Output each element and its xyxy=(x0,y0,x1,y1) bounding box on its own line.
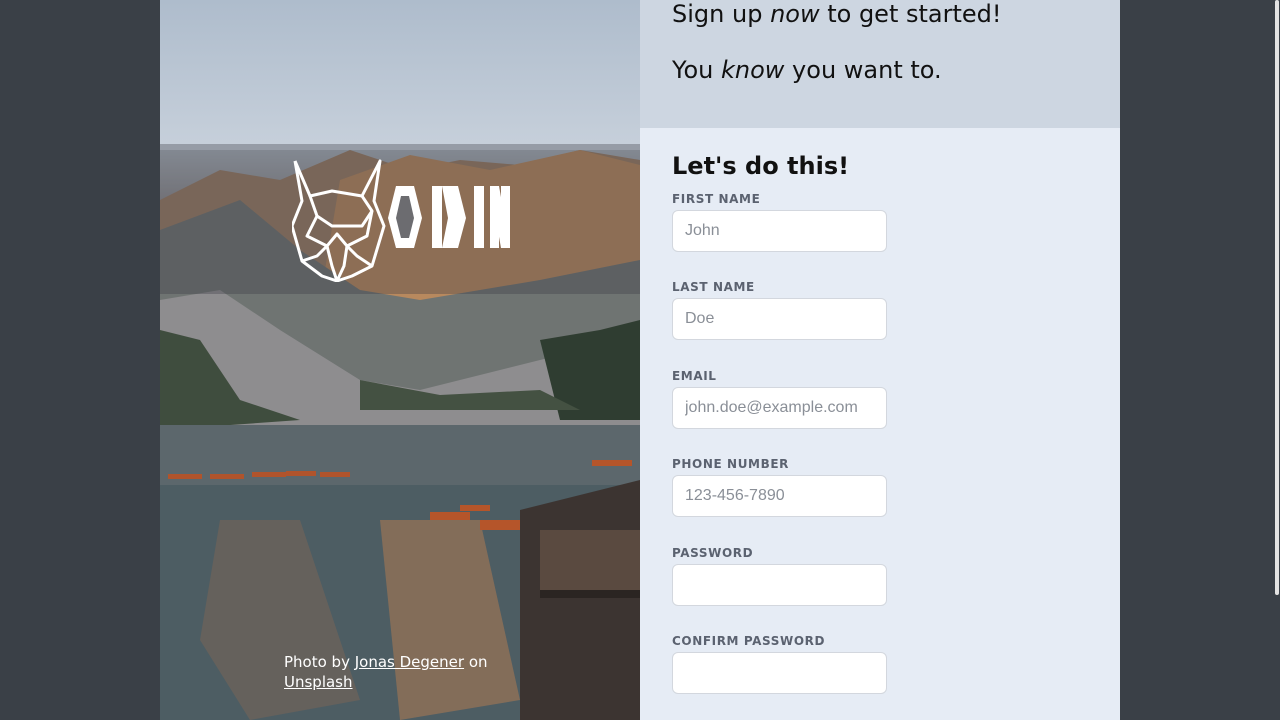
last-name-label: LAST NAME xyxy=(672,280,755,294)
signup-page: Photo by Jonas Degener on Unsplash Sign … xyxy=(160,0,1120,720)
hero-line-1-emphasis: now xyxy=(770,0,820,28)
last-name-input[interactable] xyxy=(672,298,887,340)
hero-line-2-suffix: you want to. xyxy=(784,56,942,84)
phone-number-field: PHONE NUMBER xyxy=(672,457,887,517)
author-link[interactable]: Jonas Degener xyxy=(355,653,464,671)
landscape-photo xyxy=(160,150,640,720)
first-name-field: FIRST NAME xyxy=(672,192,887,252)
email-label: EMAIL xyxy=(672,369,717,383)
hero-image-panel: Photo by Jonas Degener on Unsplash xyxy=(160,0,640,720)
hero-line-2: You know you want to. xyxy=(672,56,942,84)
first-name-label: FIRST NAME xyxy=(672,192,761,206)
scrollbar-thumb[interactable] xyxy=(1275,0,1279,595)
hero-line-1-prefix: Sign up xyxy=(672,0,771,28)
phone-number-label: PHONE NUMBER xyxy=(672,457,789,471)
phone-number-input[interactable] xyxy=(672,475,887,517)
confirm-password-field: CONFIRM PASSWORD xyxy=(672,634,887,694)
odin-logo xyxy=(292,159,510,282)
password-input[interactable] xyxy=(672,564,887,606)
unsplash-link[interactable]: Unsplash xyxy=(284,673,353,691)
email-field: EMAIL xyxy=(672,369,887,429)
first-name-input[interactable] xyxy=(672,210,887,252)
last-name-field: LAST NAME xyxy=(672,280,887,340)
photo-credit: Photo by Jonas Degener on Unsplash xyxy=(284,652,524,692)
email-input[interactable] xyxy=(672,387,887,429)
credit-middle: on xyxy=(464,653,488,671)
password-field: PASSWORD xyxy=(672,546,887,606)
confirm-password-input[interactable] xyxy=(672,652,887,694)
page-scrollbar[interactable] xyxy=(1274,0,1280,720)
credit-prefix: Photo by xyxy=(284,653,355,671)
password-label: PASSWORD xyxy=(672,546,754,560)
confirm-password-label: CONFIRM PASSWORD xyxy=(672,634,826,648)
hero-line-1-suffix: to get started! xyxy=(819,0,1002,28)
form-panel: Sign up now to get started! You know you… xyxy=(640,0,1120,720)
form-title: Let's do this! xyxy=(672,152,850,180)
hero-line-1: Sign up now to get started! xyxy=(672,0,1002,28)
hero-line-2-prefix: You xyxy=(672,56,721,84)
hero-header: Sign up now to get started! You know you… xyxy=(640,0,1120,128)
hero-line-2-emphasis: know xyxy=(721,56,785,84)
